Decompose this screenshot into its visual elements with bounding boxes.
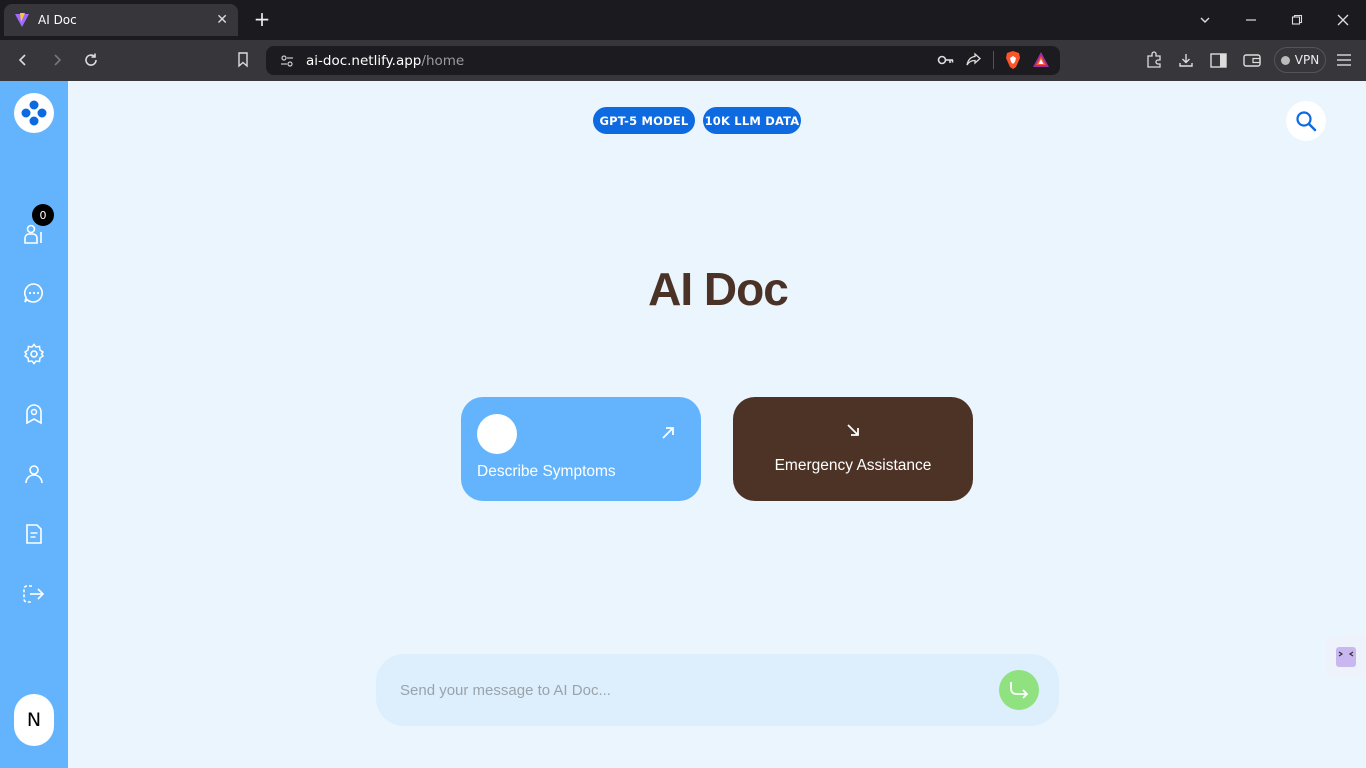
new-tab-button[interactable]: + xyxy=(252,8,272,32)
url-host: ai-doc.netlify.app xyxy=(306,52,422,69)
doctor-icon xyxy=(24,224,42,244)
extensions-icon[interactable] xyxy=(1142,49,1166,71)
sidebar-item-ambulance[interactable] xyxy=(22,402,46,426)
send-button[interactable] xyxy=(999,670,1039,710)
vpn-status-icon xyxy=(1280,55,1290,65)
vpn-label: VPN xyxy=(1294,53,1320,67)
browser-toolbar: ai-doc.netlify.app/home VPN xyxy=(0,40,1366,81)
brave-rewards-icon[interactable] xyxy=(1032,51,1050,69)
vite-favicon-icon xyxy=(15,13,29,27)
address-bar[interactable]: ai-doc.netlify.app/home xyxy=(266,46,1060,75)
site-settings-icon[interactable] xyxy=(280,54,294,68)
brave-shield-icon[interactable] xyxy=(1004,50,1022,70)
menu-icon[interactable] xyxy=(1332,49,1356,71)
user-icon xyxy=(25,465,43,484)
arrow-down-right-icon xyxy=(847,424,859,436)
sidebar-item-documents[interactable] xyxy=(22,522,46,546)
send-arrow-icon xyxy=(1010,682,1029,699)
document-icon xyxy=(26,524,42,544)
message-input[interactable] xyxy=(400,676,960,704)
share-icon[interactable] xyxy=(965,51,983,69)
avatar[interactable]: N xyxy=(14,694,54,746)
key-icon[interactable] xyxy=(937,51,955,69)
download-icon[interactable] xyxy=(1174,49,1198,71)
model-pill: GPT-5 MODEL xyxy=(593,107,695,134)
minimize-icon[interactable] xyxy=(1239,8,1263,32)
logout-icon xyxy=(23,585,45,603)
arrow-up-right-icon xyxy=(662,427,674,439)
bookmark-icon[interactable] xyxy=(231,49,255,71)
sidebar-toggle-icon[interactable] xyxy=(1206,49,1230,71)
floating-extension-widget[interactable] xyxy=(1326,636,1366,678)
tab-close-icon[interactable]: ✕ xyxy=(216,12,228,28)
tab-title: AI Doc xyxy=(38,13,77,27)
app-sidebar: 0 N xyxy=(0,81,68,768)
wallet-icon[interactable] xyxy=(1240,49,1264,71)
app-logo-icon[interactable] xyxy=(14,93,54,133)
describe-symptoms-label: Describe Symptoms xyxy=(477,463,616,480)
browser-tabbar: AI Doc ✕ + xyxy=(0,0,1366,40)
notification-badge: 0 xyxy=(32,204,54,226)
card-avatar-circle xyxy=(477,414,517,454)
ambulance-icon xyxy=(26,404,42,425)
sidebar-item-profile[interactable] xyxy=(22,462,46,486)
sidebar-item-settings[interactable] xyxy=(22,342,46,366)
sidebar-item-logout[interactable] xyxy=(22,582,46,606)
reload-icon[interactable] xyxy=(79,49,103,71)
forward-icon[interactable] xyxy=(45,49,69,71)
chat-icon xyxy=(23,283,43,303)
emergency-assistance-label: Emergency Assistance xyxy=(774,457,932,474)
page-title: AI Doc xyxy=(648,263,789,315)
message-composer xyxy=(376,654,1059,726)
url-path: /home xyxy=(421,52,465,69)
tab-search-icon[interactable] xyxy=(1193,8,1217,32)
vpn-button[interactable]: VPN xyxy=(1274,47,1326,73)
emergency-assistance-card[interactable]: Emergency Assistance xyxy=(733,397,973,501)
data-pill: 10K LLM DATA xyxy=(703,107,801,134)
browser-tab[interactable]: AI Doc ✕ xyxy=(4,4,238,36)
search-icon xyxy=(1296,111,1317,132)
settings-icon xyxy=(23,343,45,365)
sidebar-item-chat[interactable] xyxy=(22,281,46,305)
restore-icon[interactable] xyxy=(1285,8,1309,32)
back-icon[interactable] xyxy=(11,49,35,71)
extension-widget-icon xyxy=(1336,647,1356,667)
close-window-icon[interactable] xyxy=(1331,8,1355,32)
describe-symptoms-card[interactable]: Describe Symptoms xyxy=(461,397,701,501)
search-button[interactable] xyxy=(1286,101,1326,141)
